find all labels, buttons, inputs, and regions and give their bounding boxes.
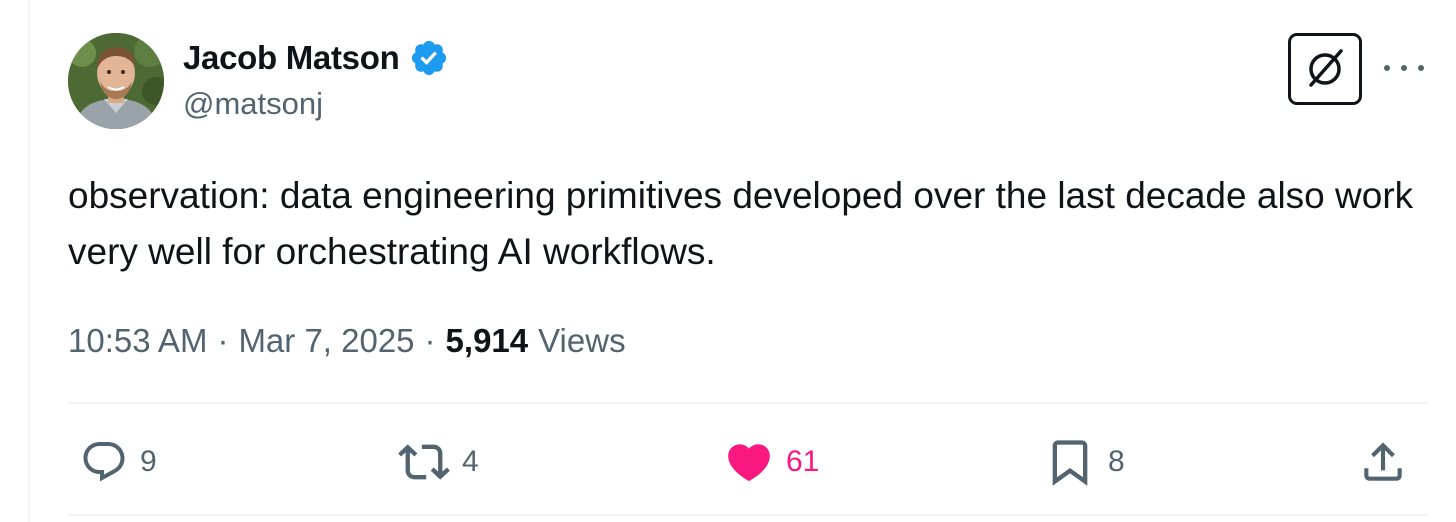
tweet-text: observation: data engineering primitives… — [68, 175, 1414, 272]
reply-count: 9 — [140, 445, 157, 478]
more-options-button[interactable] — [1384, 50, 1424, 86]
like-button[interactable]: 61 — [724, 430, 819, 494]
author-name-row: Jacob Matson — [183, 36, 449, 80]
tweet-meta: 10:53 AM · Mar 7, 2025 · 5,914 Views — [68, 318, 626, 364]
more-icon — [1384, 65, 1390, 71]
verified-badge-icon[interactable] — [409, 38, 449, 78]
share-icon — [1364, 442, 1402, 481]
retweet-icon — [398, 444, 450, 480]
meta-separator: · — [217, 322, 229, 359]
views-label: Views — [538, 322, 626, 359]
retweet-count: 4 — [462, 445, 479, 478]
retweet-button[interactable]: 4 — [398, 430, 479, 494]
tweet-actions-bar: 9 4 61 8 — [68, 430, 1428, 494]
author-avatar[interactable] — [68, 33, 164, 129]
heart-filled-icon — [728, 444, 770, 482]
bookmark-icon — [1052, 440, 1088, 486]
bookmark-button[interactable]: 8 — [1044, 430, 1125, 494]
divider — [68, 402, 1428, 404]
views-count[interactable]: 5,914 — [446, 322, 529, 360]
reply-button[interactable]: 9 — [80, 430, 157, 494]
divider — [68, 514, 1428, 516]
author-display-name[interactable]: Jacob Matson — [183, 39, 400, 77]
tweet-date[interactable]: Mar 7, 2025 — [238, 322, 414, 360]
grok-icon — [1309, 49, 1343, 87]
author-handle[interactable]: @matsonj — [183, 86, 323, 122]
tweet-time[interactable]: 10:53 AM — [68, 322, 207, 360]
grok-button[interactable] — [1288, 33, 1362, 105]
reply-icon — [83, 442, 125, 482]
bookmark-count: 8 — [1108, 445, 1125, 478]
share-button[interactable] — [1358, 430, 1408, 494]
avatar-photo-icon — [68, 33, 164, 129]
like-count: 61 — [786, 445, 820, 478]
meta-separator: · — [424, 322, 436, 359]
